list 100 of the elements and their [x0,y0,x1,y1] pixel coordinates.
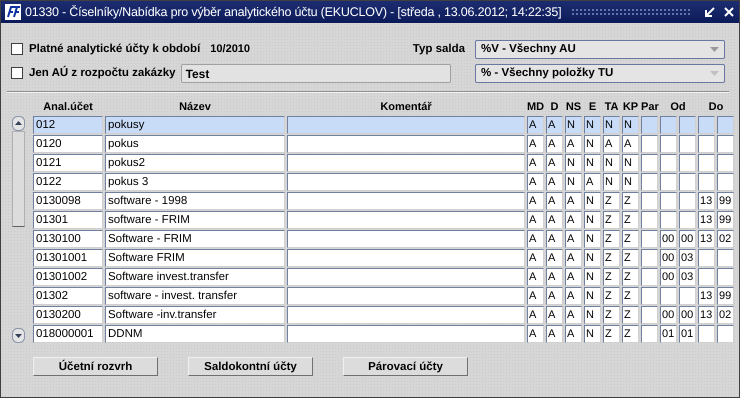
table-cell [717,268,734,286]
balance-type-label: Typ salda [412,43,465,55]
table-cell: 03 [679,268,696,286]
table-cell [641,192,658,210]
table-cell [698,268,715,286]
table-cell: Z [603,306,620,324]
table-cell: N [584,192,601,210]
period-label: Platné analytické účty k období [29,43,200,55]
table-cell: pokus [105,135,285,153]
column-header: Anal.účet [42,101,94,113]
table-cell: 13 [698,287,715,305]
table-cell: 03 [679,249,696,267]
caret-icon [710,46,719,52]
table-row[interactable]: 01302 software - invest. transfer A A A N Z Z 13 99 [33,287,734,305]
table-cell: Z [603,249,620,267]
table-cell: 02 [717,306,734,324]
table-cell: 00 [660,268,677,286]
table-cell: A [565,325,582,343]
table-row[interactable]: 01301 software - FRIM A A A N Z Z 13 99 [33,211,734,229]
table-row[interactable]: 0121 pokus2 A A N N N N [33,154,734,172]
table-cell: N [622,116,639,134]
table-cell [717,173,734,191]
table-cell: A [565,268,582,286]
table-cell [679,287,696,305]
column-header: D [550,101,560,113]
table-cell [641,249,658,267]
table-cell: Z [603,211,620,229]
table-cell: Software - FRIM [105,230,285,248]
table-cell [679,154,696,172]
table-cell: A [527,268,544,286]
table-cell: 0121 [33,154,103,172]
table-row[interactable]: 0130200 Software -inv.transfer A A A N Z Z 00 00 13 02 [33,306,734,324]
table-cell: N [584,230,601,248]
table-cell [660,211,677,229]
table-row[interactable]: 012 pokusy A A N N N N [33,116,734,134]
table-cell [641,287,658,305]
column-header: Par [641,101,658,113]
item-type-dropdown[interactable]: % - Všechny položky TU [475,64,725,82]
table-cell: A [527,154,544,172]
table-cell: Software invest.transfer [105,268,285,286]
table-cell [679,135,696,153]
scroll-up-icon[interactable] [12,116,24,131]
checkbox[interactable] [11,67,23,79]
table-cell [679,192,696,210]
action-button[interactable]: Párovací účty [343,357,468,376]
table-row[interactable]: 0130100 Software - FRIM A A A N Z Z 00 00 13 02 [33,230,734,248]
contract-label: Jen AÚ z rozpočtu zakázky [29,67,176,79]
checkbox[interactable] [11,43,23,55]
table-cell: A [546,325,563,343]
table-cell: 01 [679,325,696,343]
table-row[interactable]: 0130098 software - 1998 A A A N Z Z 13 99 [33,192,734,210]
table-cell [641,325,658,343]
table-cell: N [622,154,639,172]
table-cell: Software -inv.transfer [105,306,285,324]
table-row[interactable]: 01301001 Software FRIM A A A N Z Z 00 03 [33,249,734,267]
close-icon[interactable] [723,6,735,18]
scroll-thumb[interactable] [12,131,24,227]
table-cell [641,211,658,229]
scrollbar[interactable] [11,116,25,343]
table-cell: Z [622,287,639,305]
table-cell [679,211,696,229]
action-button[interactable]: Účetní rozvrh [33,357,158,376]
table-cell: 0122 [33,173,103,191]
table-cell: A [527,116,544,134]
table-cell: Z [622,249,639,267]
action-button[interactable]: Saldokontní účty [188,357,313,376]
table-cell: 0130098 [33,192,103,210]
table-row[interactable]: 018000001 DDNM A A A N Z Z 01 01 [33,325,734,343]
table-cell: Z [603,287,620,305]
table-cell [698,325,715,343]
table-row[interactable]: 0120 pokus A A A N A A [33,135,734,153]
table-cell [717,116,734,134]
table-cell: A [546,306,563,324]
table-cell: A [527,325,544,343]
table-cell [641,173,658,191]
contract-field[interactable]: Test [180,64,451,82]
table-cell: 01302 [33,287,103,305]
table-cell: A [565,230,582,248]
table-cell: Z [622,211,639,229]
table-cell: 00 [660,306,677,324]
table-cell: Z [603,325,620,343]
table-cell: A [527,211,544,229]
table-cell: pokus 3 [105,173,285,191]
table-cell: 00 [679,306,696,324]
table-cell: N [584,154,601,172]
table-cell: A [546,211,563,229]
table-cell [660,173,677,191]
table-cell: 13 [698,211,715,229]
table-cell: pokusy [105,116,285,134]
minimize-icon[interactable] [704,6,716,18]
balance-type-dropdown[interactable]: %V - Všechny AU [475,40,725,58]
table-cell: A [527,173,544,191]
table-cell: A [527,230,544,248]
table-cell: 13 [698,192,715,210]
table-cell [660,116,677,134]
table-cell: A [584,173,601,191]
table-row[interactable]: 01301002 Software invest.transfer A A A N Z Z 00 03 [33,268,734,286]
scroll-down-icon[interactable] [12,328,24,343]
table-row[interactable]: 0122 pokus 3 A A N A N N [33,173,734,191]
column-header: TA [604,101,620,113]
